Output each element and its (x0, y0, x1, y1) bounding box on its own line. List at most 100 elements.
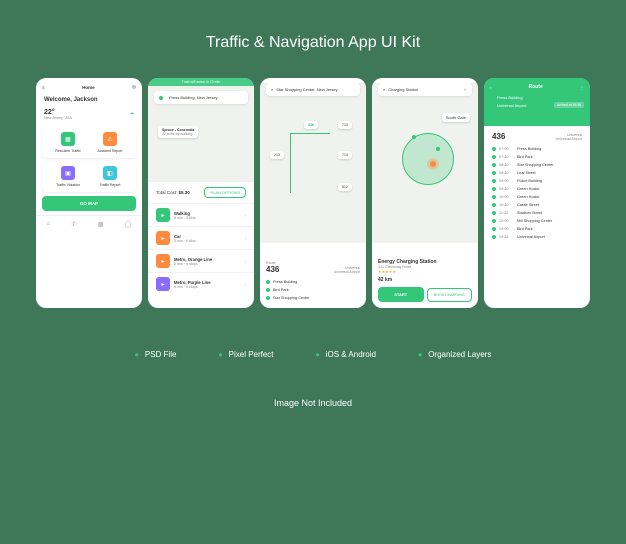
screen-home: ≡ Home ◎ Welcome, Jackson 22° ☁ New Jers… (36, 78, 142, 308)
station-marker-icon[interactable] (436, 147, 440, 151)
chevron-right-icon: › (245, 236, 246, 241)
location-marker-icon (430, 161, 436, 167)
stop-item[interactable]: 10:00Green Hostel (492, 193, 582, 201)
tile-accident[interactable]: ⚠ Accident Report (89, 132, 131, 153)
features-row: PSD File Pixel Perfect iOS & Android Org… (135, 348, 492, 362)
bottom-nav: ⌂ ✆ ▦ ◯ (36, 215, 142, 233)
page-title: Traffic & Navigation App UI Kit (206, 34, 420, 52)
stop-item[interactable]: 12:00Mill Shopping Center (492, 217, 582, 225)
close-icon[interactable]: ✕ (464, 87, 467, 92)
feature-item: PSD File (135, 348, 177, 362)
nav-grid-icon[interactable]: ▦ (98, 221, 104, 228)
feature-item: Organized Layers (418, 348, 491, 362)
stop-item[interactable]: 07:00Press Building (492, 145, 582, 153)
tiles-row-2: ▣ Traffic Violation ◧ Traffic Report (42, 161, 136, 192)
route-pin[interactable]: 213 (270, 151, 284, 159)
mode-icon: ▸ (156, 254, 170, 268)
weather-icon: ☁ (130, 110, 134, 115)
location-text: New Jersey, USA (44, 116, 134, 120)
stop-item[interactable]: 19:00Bird Park (492, 225, 582, 233)
route-pin[interactable]: 713 (338, 151, 352, 159)
map-area[interactable]: Train will arrive in 10 min Press Buildi… (148, 78, 254, 182)
chevron-right-icon: › (245, 213, 246, 218)
footer-note: Image Not Included (274, 398, 352, 408)
header: ≡ Home ◎ (36, 78, 142, 93)
stop-dot-icon (492, 211, 496, 215)
route-number: 436 (266, 265, 279, 274)
go-map-button[interactable]: GO MAP (42, 196, 136, 211)
stop-item[interactable]: 11:30Stadium Street (492, 209, 582, 217)
eta-banner: Train will arrive in 10 min (148, 78, 254, 86)
mode-item[interactable]: ▸Walking8 min · 0.6km› (148, 203, 254, 226)
header-title: Home (82, 85, 95, 90)
stop-item[interactable]: 07:30Bird Park (492, 153, 582, 161)
header-green: ‹ Route ⋮ Press Building Universal Airpo… (484, 78, 590, 126)
stop-dot-icon (492, 227, 496, 231)
stops-list[interactable]: 07:00Press Building07:30Bird Park08:30St… (492, 145, 582, 241)
screen-route-list: ‹ Route ⋮ Press Building Universal Airpo… (484, 78, 590, 308)
screens-row: ≡ Home ◎ Welcome, Jackson 22° ☁ New Jers… (36, 78, 590, 308)
stop-item[interactable]: 08:30Star Shopping Center (492, 161, 582, 169)
map-area[interactable]: ⌕ Star Shopping Center, New Jersey 436 7… (260, 83, 366, 243)
stop-dot-icon (492, 235, 496, 239)
dest-dot-icon (490, 103, 494, 107)
search-input[interactable]: ⌕ Charging Station ✕ (378, 83, 472, 96)
menu-icon[interactable]: ≡ (42, 85, 45, 90)
stop-item[interactable]: Bird Park (266, 286, 360, 294)
stop-dot-icon (492, 171, 496, 175)
route-panel: Route 436 UniversalUniversal Airport Pre… (260, 255, 366, 308)
arrival-badge: Arrived at 19:36 (554, 102, 584, 108)
stop-item[interactable]: 08:30Leaf Street (492, 169, 582, 177)
stop-dot-icon (266, 288, 270, 292)
cost-row: Total Cost: $5.30 PLAN OPTIONS (148, 182, 254, 203)
screen-transit: Train will arrive in 10 min Press Buildi… (148, 78, 254, 308)
search-icon: ⌕ (383, 87, 385, 92)
start-button[interactable]: START (378, 287, 424, 302)
route-pin[interactable]: 713 (338, 121, 352, 129)
mode-item[interactable]: ▸Metro, Purple Line6 min · 4 stops› (148, 272, 254, 295)
map-area[interactable]: ⌕ Charging Station ✕ South Gate (372, 83, 478, 243)
screen-route-map: ⌕ Star Shopping Center, New Jersey 436 7… (260, 78, 366, 308)
screen-charging: ⌕ Charging Station ✕ South Gate Energy C… (372, 78, 478, 308)
tile-report[interactable]: ◧ Traffic Report (89, 166, 131, 187)
report-icon: ◧ (103, 166, 117, 180)
route-path (290, 133, 330, 193)
tile-violation[interactable]: ▣ Traffic Violation (47, 166, 89, 187)
search-input[interactable]: ⌕ Star Shopping Center, New Jersey (266, 83, 360, 96)
mode-item[interactable]: ▸Car3 min · 0.6km› (148, 226, 254, 249)
more-icon[interactable]: ⋮ (580, 85, 584, 90)
stop-item[interactable]: 10:30Castle Street (492, 201, 582, 209)
tile-traffic[interactable]: ▦ Real-time Traffic (47, 132, 89, 153)
nav-user-icon[interactable]: ◯ (125, 221, 132, 228)
back-icon[interactable]: ‹ (490, 85, 491, 90)
chevron-right-icon: › (245, 282, 246, 287)
origin-dot-icon (490, 95, 494, 99)
header-title: Route (529, 84, 543, 90)
book-charging-button[interactable]: BOOK CHARGING (427, 288, 473, 302)
stop-item[interactable]: Star Shopping Center (266, 294, 360, 302)
chevron-right-icon: › (245, 259, 246, 264)
stop-item[interactable]: 09:00Police Building (492, 177, 582, 185)
welcome-text: Welcome, Jackson (44, 97, 134, 103)
feature-item: Pixel Perfect (218, 348, 273, 362)
station-marker-icon[interactable] (412, 135, 416, 139)
stops-list: Press BuildingBird ParkStar Shopping Cen… (266, 278, 360, 302)
plan-options-button[interactable]: PLAN OPTIONS (204, 187, 246, 198)
bell-icon[interactable]: ◎ (132, 84, 136, 90)
nav-phone-icon[interactable]: ✆ (71, 221, 76, 228)
stop-dot-icon (492, 155, 496, 159)
stop-item[interactable]: Press Building (266, 278, 360, 286)
search-input[interactable]: Press Building, New Jersey (154, 91, 248, 104)
route-pin[interactable]: 436 (304, 121, 318, 129)
feature-item: iOS & Android (316, 348, 376, 362)
station-panel: Energy Charging Station 431 Greenway Roa… (372, 253, 478, 308)
area-label: South Gate (442, 113, 470, 122)
stop-item[interactable]: 09:30Green Hostel (492, 185, 582, 193)
stop-dot-icon (266, 296, 270, 300)
temperature: 22° (44, 109, 55, 116)
nav-home-icon[interactable]: ⌂ (47, 221, 51, 228)
stop-item[interactable]: 19:36Universal Airport (492, 233, 582, 241)
stop-dot-icon (492, 147, 496, 151)
route-pin[interactable]: 512 (338, 183, 352, 191)
mode-item[interactable]: ▸Metro, Orange Line6 min · 4 stops› (148, 249, 254, 272)
